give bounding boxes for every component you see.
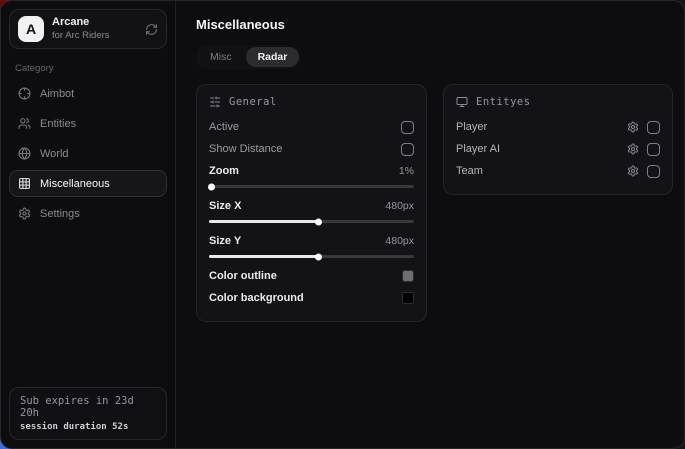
zoom-slider-thumb[interactable] — [208, 183, 215, 190]
color-row-background: Color background — [209, 287, 414, 309]
player-settings-gear-icon[interactable] — [627, 121, 639, 133]
sidebar-item-world[interactable]: World — [9, 140, 167, 167]
sidebar-item-entities[interactable]: Entities — [9, 110, 167, 137]
panels-row: General Active Show Distance Zoom 1% — [196, 84, 673, 322]
player-checkbox[interactable] — [647, 121, 660, 134]
show-distance-checkbox[interactable] — [401, 143, 414, 156]
active-checkbox[interactable] — [401, 121, 414, 134]
subscription-card: Sub expires in 23d 20h session duration … — [9, 387, 167, 440]
team-checkbox[interactable] — [647, 165, 660, 178]
entity-row-player-ai: Player AI — [456, 138, 660, 160]
entities-panel-title: Entityes — [476, 96, 531, 108]
sidebar-item-aimbot[interactable]: Aimbot — [9, 80, 167, 107]
color-label: Color background — [209, 292, 304, 304]
size-y-slider-fill — [209, 255, 318, 258]
grid-icon — [18, 177, 31, 190]
sidebar-item-label: World — [40, 148, 69, 160]
general-panel-header: General — [209, 96, 414, 108]
sidebar-item-label: Miscellaneous — [40, 178, 110, 190]
toggle-row-active: Active — [209, 116, 414, 138]
color-outline-swatch[interactable] — [402, 270, 414, 282]
entity-label: Player — [456, 121, 627, 133]
general-panel: General Active Show Distance Zoom 1% — [196, 84, 427, 322]
slider-row-size-x: Size X 480px — [209, 195, 414, 217]
slider-label: Zoom — [209, 165, 239, 177]
slider-label: Size Y — [209, 235, 241, 247]
toggle-label: Show Distance — [209, 143, 282, 155]
entity-row-player: Player — [456, 116, 660, 138]
tab-bar: Misc Radar — [196, 45, 301, 69]
slider-value: 1% — [399, 165, 414, 177]
entity-label: Player AI — [456, 143, 627, 155]
app-window: A Arcane for Arc Riders Category Aimbot — [0, 0, 685, 449]
session-duration-text: session duration 52s — [20, 422, 156, 432]
sub-expiry-text: Sub expires in 23d 20h — [20, 395, 156, 419]
slider-row-zoom: Zoom 1% — [209, 160, 414, 182]
size-y-slider[interactable] — [209, 255, 414, 258]
entity-row-team: Team — [456, 160, 660, 182]
users-icon — [18, 117, 31, 130]
tab-radar[interactable]: Radar — [246, 47, 300, 67]
category-label: Category — [15, 63, 161, 74]
entities-panel: Entityes Player Player AI — [443, 84, 673, 195]
zoom-slider-fill — [209, 185, 211, 188]
color-row-outline: Color outline — [209, 265, 414, 287]
slider-row-size-y: Size Y 480px — [209, 230, 414, 252]
gear-icon — [18, 207, 31, 220]
toggle-row-show-distance: Show Distance — [209, 138, 414, 160]
sidebar-nav: Aimbot Entities World Miscellaneous — [9, 80, 167, 227]
toggle-label: Active — [209, 121, 239, 133]
color-label: Color outline — [209, 270, 277, 282]
brand-subtitle: for Arc Riders — [52, 30, 110, 42]
entities-panel-header: Entityes — [456, 96, 660, 108]
size-x-slider-fill — [209, 220, 318, 223]
player-ai-checkbox[interactable] — [647, 143, 660, 156]
brand-card[interactable]: A Arcane for Arc Riders — [9, 9, 167, 49]
slider-value: 480px — [385, 200, 414, 212]
brand-title: Arcane — [52, 16, 110, 30]
sidebar-item-settings[interactable]: Settings — [9, 200, 167, 227]
slider-value: 480px — [385, 235, 414, 247]
refresh-icon[interactable] — [145, 23, 158, 36]
slider-label: Size X — [209, 200, 241, 212]
sliders-icon — [209, 96, 221, 108]
entity-label: Team — [456, 165, 627, 177]
size-x-slider-thumb[interactable] — [315, 218, 322, 225]
sidebar: A Arcane for Arc Riders Category Aimbot — [1, 1, 176, 448]
sidebar-item-label: Settings — [40, 208, 80, 220]
monitor-icon — [456, 96, 468, 108]
crosshair-icon — [18, 87, 31, 100]
size-y-slider-thumb[interactable] — [315, 253, 322, 260]
team-settings-gear-icon[interactable] — [627, 165, 639, 177]
main-content: Miscellaneous Misc Radar General Active — [176, 1, 685, 448]
zoom-slider[interactable] — [209, 185, 414, 188]
brand-text: Arcane for Arc Riders — [52, 16, 110, 42]
brand-logo: A — [18, 16, 44, 42]
player-ai-settings-gear-icon[interactable] — [627, 143, 639, 155]
sidebar-item-label: Aimbot — [40, 88, 74, 100]
size-x-slider[interactable] — [209, 220, 414, 223]
color-background-swatch[interactable] — [402, 292, 414, 304]
general-panel-title: General — [229, 96, 277, 108]
sidebar-item-label: Entities — [40, 118, 76, 130]
page-title: Miscellaneous — [196, 17, 673, 32]
tab-misc[interactable]: Misc — [198, 47, 244, 67]
globe-icon — [18, 147, 31, 160]
sidebar-item-miscellaneous[interactable]: Miscellaneous — [9, 170, 167, 197]
